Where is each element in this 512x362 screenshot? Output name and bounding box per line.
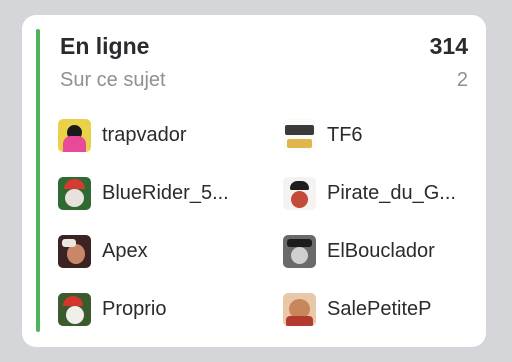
user-name: ElBouclador (327, 239, 435, 262)
user-avatar-icon (58, 118, 91, 152)
panel-subheader: Sur ce sujet 2 (60, 69, 468, 92)
user-name: SalePetiteP (327, 297, 432, 320)
user-item-salepetitep[interactable]: SalePetiteP (283, 289, 478, 329)
user-item-elbouclador[interactable]: ElBouclador (283, 231, 478, 271)
panel-header: En ligne 314 (60, 33, 468, 60)
user-item-proprio[interactable]: Proprio (58, 289, 283, 329)
user-name: BlueRider_5... (102, 181, 229, 204)
online-user-list: trapvador TF6 BlueRider_5... Pirate_du_G… (58, 115, 478, 347)
user-item-tf6[interactable]: TF6 (283, 115, 478, 155)
panel-subtitle: Sur ce sujet (60, 69, 166, 91)
user-name: TF6 (327, 123, 363, 146)
user-avatar-icon (58, 292, 91, 326)
user-name: Proprio (102, 297, 167, 320)
user-avatar-icon (58, 176, 91, 210)
user-name: trapvador (102, 123, 187, 146)
user-avatar-icon (283, 118, 316, 152)
online-count: 314 (429, 33, 468, 59)
topic-count: 2 (456, 69, 468, 91)
user-avatar-icon (58, 234, 91, 268)
user-name: Apex (102, 239, 148, 262)
user-name: Pirate_du_G... (327, 181, 456, 204)
user-avatar-icon (283, 234, 316, 268)
user-avatar-icon (283, 176, 316, 210)
online-users-panel: En ligne 314 Sur ce sujet 2 trapvador TF… (22, 15, 486, 347)
user-avatar-icon (283, 292, 316, 326)
accent-bar (36, 29, 40, 332)
user-item-bluerider[interactable]: BlueRider_5... (58, 173, 283, 213)
panel-title: En ligne (60, 33, 150, 59)
user-item-apex[interactable]: Apex (58, 231, 283, 271)
user-item-pirate-du-g[interactable]: Pirate_du_G... (283, 173, 478, 213)
user-item-trapvador[interactable]: trapvador (58, 115, 283, 155)
